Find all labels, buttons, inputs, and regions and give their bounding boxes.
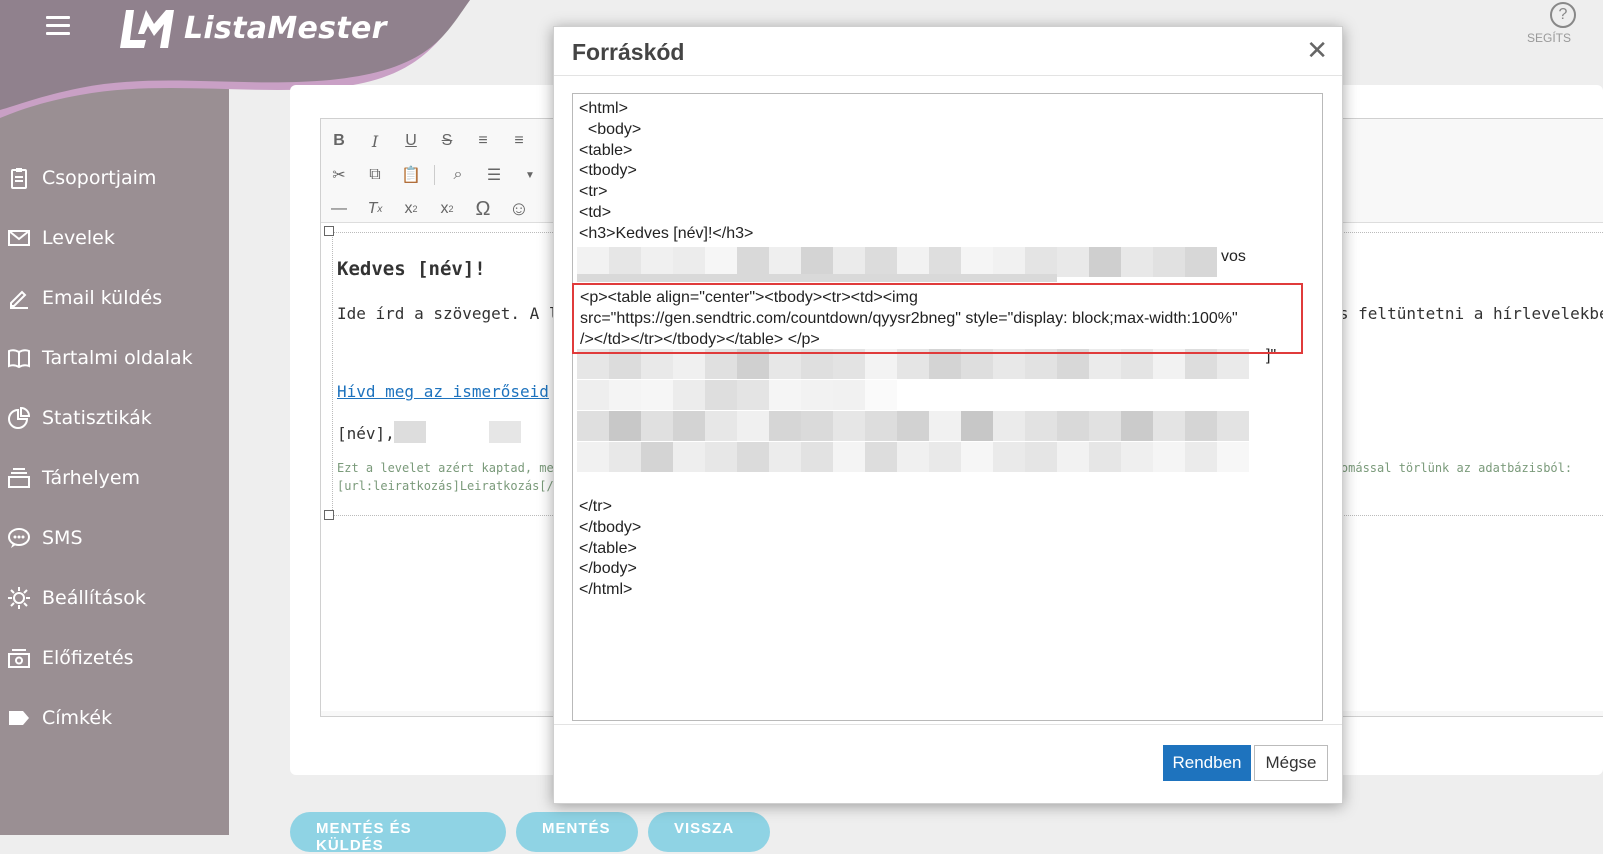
save-button[interactable]: MENTÉS — [516, 812, 638, 852]
sidebar-item-label: Csoportjaim — [42, 167, 157, 189]
editor-heading: Kedves [név]! — [337, 258, 486, 280]
menu-toggle-button[interactable] — [46, 16, 70, 36]
sidebar-item-label: SMS — [42, 527, 83, 549]
sidebar-item-label: Levelek — [42, 227, 115, 249]
source-code-textarea[interactable]: <html> <body> <table> <tbody> <tr> <td> … — [572, 93, 1323, 721]
smiley-icon[interactable]: ☺ — [506, 196, 532, 222]
question-icon: ? — [1550, 2, 1576, 28]
editor-paragraph-end: ó is feltüntetni a hírlevelekben — [1310, 304, 1603, 323]
bulleted-list-icon[interactable]: ☰ — [481, 162, 507, 188]
storage-icon — [6, 465, 32, 491]
redacted-text — [489, 421, 521, 443]
book-icon — [6, 345, 32, 371]
remove-format-icon[interactable]: Tx — [362, 196, 388, 222]
tag-icon — [6, 705, 32, 731]
pen-icon — [6, 285, 32, 311]
brand-logo[interactable]: ListaMester — [116, 6, 387, 50]
code-bottom: </tr> </tbody> </table> </body> </html> — [579, 498, 642, 599]
strikethrough-icon[interactable]: S — [434, 128, 460, 154]
editor-toolbar: B I U S ≡ ≡ ✂ ⧉ 📋 ⌕ ☰ ▼ — Tx x2 x2 Ω ☺ — [326, 124, 566, 226]
redacted-code — [577, 442, 1249, 472]
resize-handle[interactable] — [324, 226, 334, 236]
sidebar-item-sms[interactable]: SMS — [0, 508, 229, 568]
sidebar-item-label: Címkék — [42, 707, 113, 729]
sidebar-item-label: Email küldés — [42, 287, 163, 309]
editor-paragraph: Ide írd a szöveget. A ler — [337, 304, 578, 323]
sidebar-item-statisztikak[interactable]: Statisztikák — [0, 388, 229, 448]
chat-icon — [6, 525, 32, 551]
bottom-actions: MENTÉS ÉS KÜLDÉS MENTÉS VISSZA — [290, 812, 770, 854]
help-label: SEGÍTS — [1527, 31, 1572, 45]
underline-icon[interactable]: U — [398, 128, 424, 154]
help-button[interactable]: ? SEGÍTS — [1527, 2, 1603, 45]
brand-name: ListaMester — [184, 10, 387, 46]
pie-chart-icon — [6, 405, 32, 431]
gear-icon — [6, 585, 32, 611]
sidebar-item-label: Előfizetés — [42, 647, 134, 669]
redacted-code — [577, 380, 897, 410]
editor-footer-line: Ezt a levelet azért kaptad, me — [337, 461, 554, 475]
sidebar-item-tarhelyem[interactable]: Tárhelyem — [0, 448, 229, 508]
money-icon — [6, 645, 32, 671]
editor-name-line: [név], — [337, 424, 395, 443]
editor-footer-line-end: ohnyomással törlünk az adatbázisból: — [1312, 461, 1573, 475]
sidebar: Csoportjaim Levelek Email küldés Tartalm… — [0, 0, 229, 835]
sidebar-item-elofizetes[interactable]: Előfizetés — [0, 628, 229, 688]
chevron-down-icon[interactable]: ▼ — [517, 162, 543, 188]
invite-friends-link[interactable]: Hívd meg az ismerőseid — [337, 382, 549, 401]
sidebar-item-csoportjaim[interactable]: Csoportjaim — [0, 148, 229, 208]
sidebar-item-beallitasok[interactable]: Beállítások — [0, 568, 229, 628]
sidebar-nav: Csoportjaim Levelek Email küldés Tartalm… — [0, 148, 229, 748]
cancel-button[interactable]: Mégse — [1254, 745, 1328, 781]
back-button[interactable]: VISSZA — [648, 812, 770, 852]
align-left-icon[interactable]: ≡ — [470, 128, 496, 154]
ok-button[interactable]: Rendben — [1163, 745, 1251, 781]
highlighted-code-text: <p><table align="center"><tbody><tr><td>… — [580, 289, 1238, 348]
unsubscribe-line: [url:leiratkozás]Leiratkozás[/u — [337, 479, 561, 493]
resize-handle[interactable] — [324, 510, 334, 520]
horizontal-line-icon[interactable]: — — [326, 196, 352, 222]
align-center-icon[interactable]: ≡ — [506, 128, 532, 154]
find-icon[interactable]: ⌕ — [445, 162, 471, 188]
sidebar-item-tartalmi-oldalak[interactable]: Tartalmi oldalak — [0, 328, 229, 388]
italic-icon[interactable]: I — [362, 128, 388, 154]
sidebar-item-levelek[interactable]: Levelek — [0, 208, 229, 268]
dialog-title: Forráskód — [572, 39, 685, 65]
dialog-header: Forráskód ✕ — [554, 27, 1342, 76]
redacted-code — [577, 247, 1217, 277]
clipboard-icon — [6, 165, 32, 191]
redacted-code — [577, 274, 1057, 282]
source-code-dialog: Forráskód ✕ <html> <body> <table> <tbody… — [553, 26, 1343, 804]
sidebar-item-label: Tartalmi oldalak — [42, 347, 193, 369]
code-partial: vos — [1221, 248, 1246, 265]
superscript-icon[interactable]: x2 — [434, 196, 460, 222]
paste-icon[interactable]: 📋 — [398, 162, 424, 188]
sidebar-item-label: Statisztikák — [42, 407, 152, 429]
sidebar-item-label: Beállítások — [42, 587, 146, 609]
dialog-footer: Rendben Mégse — [554, 724, 1342, 803]
envelope-icon — [6, 225, 32, 251]
special-char-icon[interactable]: Ω — [470, 196, 496, 222]
save-and-send-button[interactable]: MENTÉS ÉS KÜLDÉS — [290, 812, 506, 854]
copy-icon[interactable]: ⧉ — [362, 162, 388, 188]
close-icon[interactable]: ✕ — [1306, 37, 1328, 63]
redacted-text — [394, 421, 426, 443]
logo-mark-icon — [120, 10, 174, 48]
sidebar-item-email-kuldes[interactable]: Email küldés — [0, 268, 229, 328]
cut-icon[interactable]: ✂ — [326, 162, 352, 188]
bold-icon[interactable]: B — [326, 128, 352, 154]
redacted-code — [577, 411, 1249, 441]
sidebar-item-label: Tárhelyem — [42, 467, 141, 489]
subscript-icon[interactable]: x2 — [398, 196, 424, 222]
code-top: <html> <body> <table> <tbody> <tr> <td> … — [579, 100, 754, 242]
highlighted-code-block: <p><table align="center"><tbody><tr><td>… — [572, 283, 1303, 354]
sidebar-item-cimkek[interactable]: Címkék — [0, 688, 229, 748]
